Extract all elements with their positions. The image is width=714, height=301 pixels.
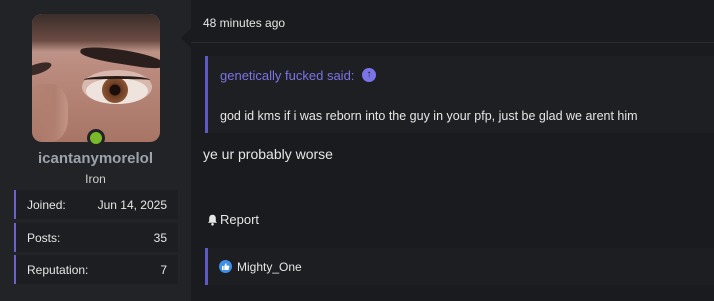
- message-caret: [181, 28, 191, 48]
- post-body: ye ur probably worse: [203, 146, 333, 162]
- report-button[interactable]: Report: [207, 212, 259, 227]
- post-timestamp[interactable]: 48 minutes ago: [203, 16, 285, 30]
- reaction-user-link[interactable]: Mighty_One: [237, 260, 302, 274]
- stat-value: 35: [153, 231, 167, 245]
- quote-text: god id kms if i was reborn into the guy …: [220, 109, 638, 123]
- username[interactable]: icantanymorelol: [0, 150, 191, 167]
- stat-joined: Joined: Jun 14, 2025: [14, 190, 178, 219]
- stat-label: Posts:: [27, 231, 61, 245]
- quote-block: genetically fucked said: ↑ god id kms if…: [205, 56, 714, 133]
- reactions-bar[interactable]: Mighty_One: [205, 248, 714, 285]
- quote-author-link[interactable]: genetically fucked said:: [220, 68, 354, 83]
- avatar[interactable]: [32, 14, 160, 142]
- report-label: Report: [220, 212, 260, 227]
- stat-reputation: Reputation: 7: [14, 255, 178, 284]
- like-icon: [219, 260, 232, 273]
- header-divider: [191, 42, 714, 43]
- user-title: Iron: [85, 172, 106, 186]
- stat-label: Joined:: [27, 198, 66, 212]
- stat-value: Jun 14, 2025: [97, 198, 167, 212]
- arrow-up-icon[interactable]: ↑: [362, 68, 376, 82]
- bell-icon: [207, 214, 218, 226]
- stat-posts: Posts: 35: [14, 223, 178, 252]
- online-status-indicator: [87, 129, 105, 147]
- stat-value: 7: [160, 263, 167, 277]
- stat-label: Reputation:: [27, 263, 89, 277]
- user-panel: icantanymorelol Iron Joined: Jun 14, 202…: [0, 0, 191, 301]
